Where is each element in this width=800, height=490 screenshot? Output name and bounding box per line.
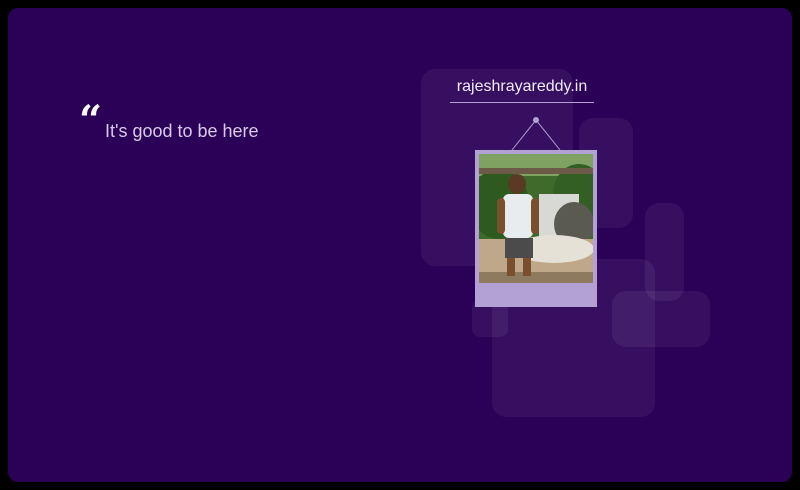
tagline: It's good to be here [105,121,259,141]
frame-hanger-icon [511,117,561,151]
hero-card: “ It's good to be here rajeshrayareddy.i… [8,8,792,482]
quote-icon: “ [79,97,103,144]
profile-photo [479,154,593,283]
photo-frame [475,150,597,307]
site-link[interactable]: rajeshrayareddy.in [450,78,594,103]
